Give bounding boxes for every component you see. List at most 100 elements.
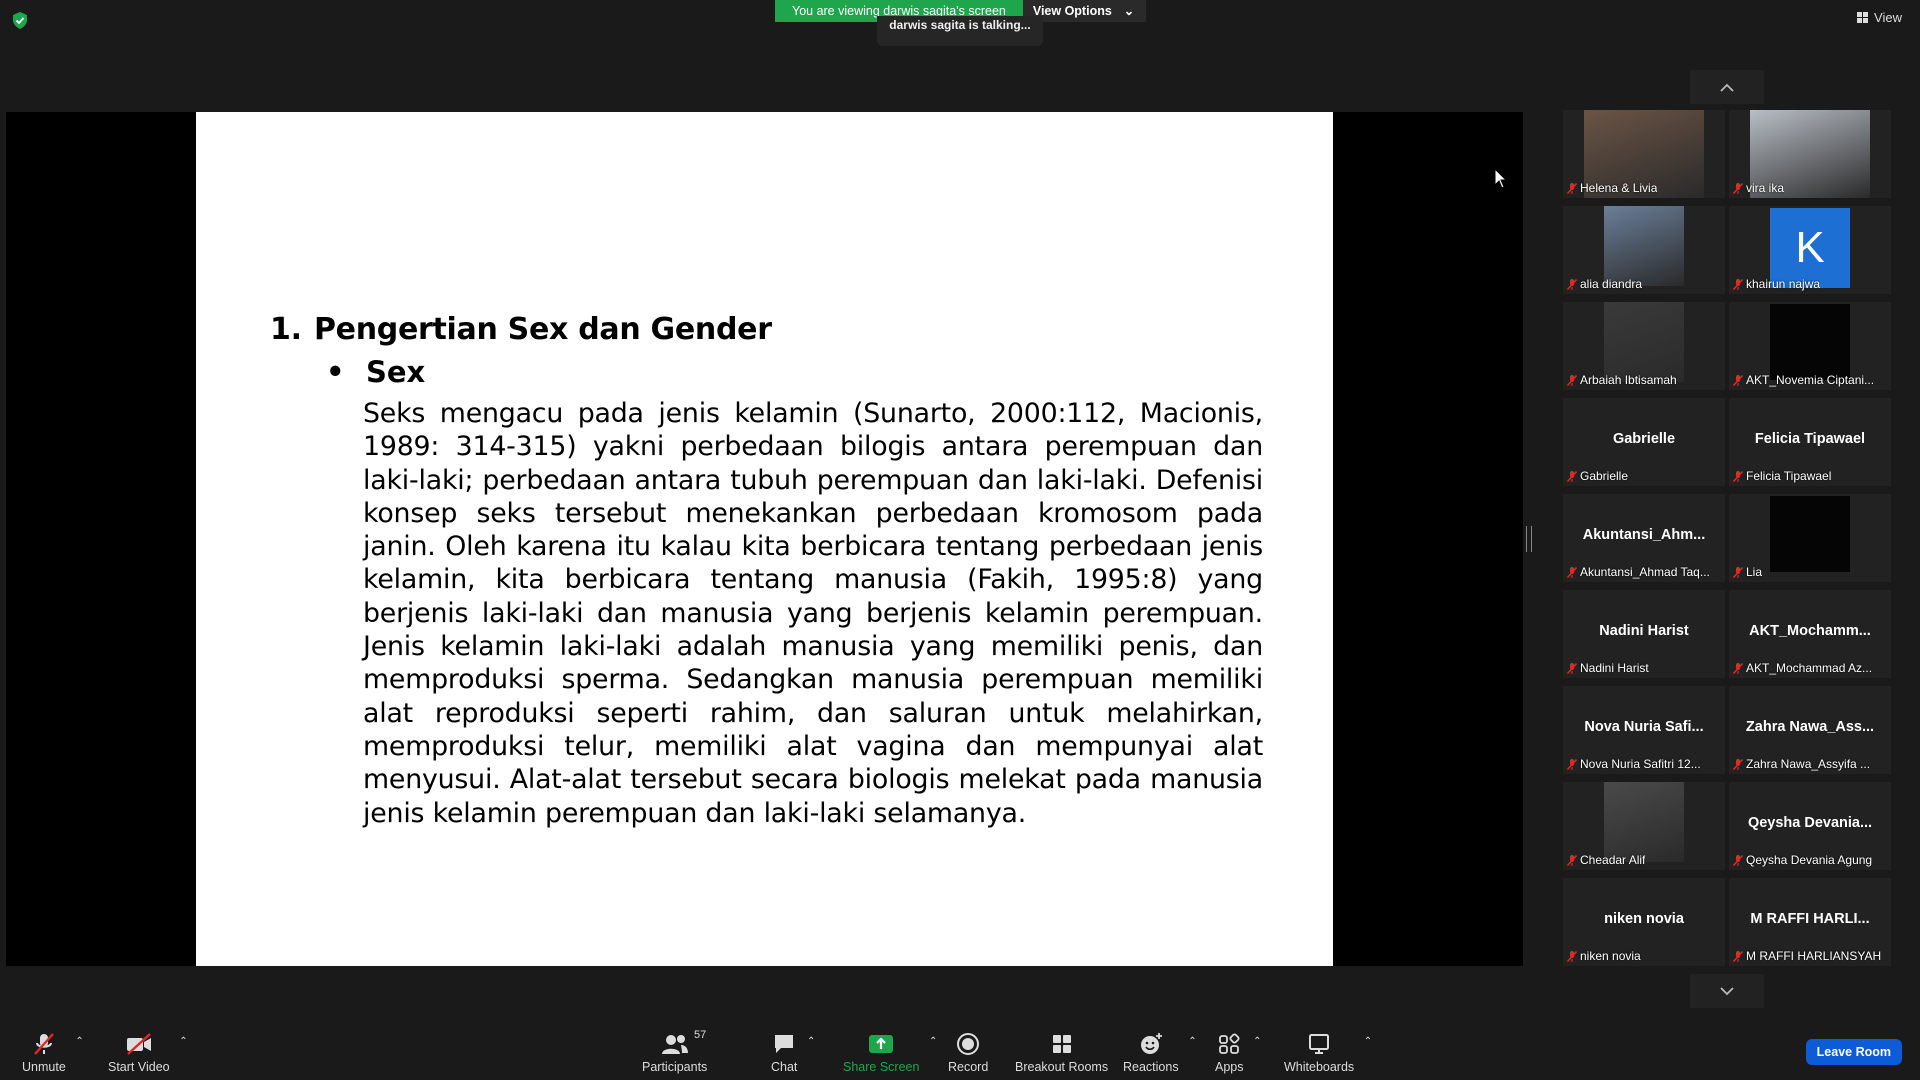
participant-name: Qeysha Devania Agung	[1746, 853, 1873, 867]
chat-bubble-icon	[775, 1035, 794, 1053]
participant-tile[interactable]: Nova Nuria Safi... Nova Nuria Safitri 12.…	[1563, 686, 1725, 774]
participant-tile[interactable]: alia diandra	[1563, 206, 1725, 294]
apps-icon	[1219, 1033, 1240, 1054]
start-video-button[interactable]: Start Video ⌃	[108, 1032, 188, 1074]
breakout-rooms-button[interactable]: Breakout Rooms	[1015, 1032, 1108, 1074]
participant-name: khairun najwa	[1746, 277, 1821, 291]
participant-name-label: vira ika	[1733, 181, 1784, 195]
whiteboards-button[interactable]: Whiteboards ⌃	[1284, 1032, 1372, 1074]
microphone-muted-icon	[1567, 662, 1577, 674]
participant-video	[1604, 782, 1684, 862]
participant-tile[interactable]: Arbaiah Ibtisamah	[1563, 302, 1725, 390]
participant-tile[interactable]: Lia	[1729, 494, 1891, 582]
participant-tile[interactable]: vira ika	[1729, 110, 1891, 198]
slide-heading: 1. Pengertian Sex dan Gender	[270, 312, 772, 347]
participant-name: Gabrielle	[1580, 469, 1629, 483]
participant-display-name: AKT_Mochamm...	[1749, 623, 1871, 639]
whiteboards-options-caret-icon[interactable]: ⌃	[1364, 1036, 1372, 1047]
participant-tile[interactable]: Helena & Livia	[1563, 110, 1725, 198]
leave-room-button[interactable]: Leave Room	[1805, 1039, 1902, 1065]
participant-name: Nova Nuria Safitri 12...	[1580, 757, 1701, 771]
participant-name-label: alia diandra	[1567, 277, 1642, 291]
microphone-muted-icon	[1567, 278, 1577, 290]
participant-tile[interactable]: Gabrielle Gabrielle	[1563, 398, 1725, 486]
gallery-scroll-up-button[interactable]	[1690, 70, 1764, 104]
whiteboards-label: Whiteboards	[1284, 1060, 1355, 1074]
participant-tile[interactable]: Nadini Harist Nadini Harist	[1563, 590, 1725, 678]
share-options-caret-icon[interactable]: ⌃	[929, 1036, 937, 1047]
participant-display-name: Nadini Harist	[1599, 623, 1689, 639]
record-icon	[957, 1033, 980, 1055]
reactions-options-caret-icon[interactable]: ⌃	[1188, 1036, 1196, 1047]
participant-name-label: Qeysha Devania Agung	[1733, 853, 1872, 867]
participant-name-label: Gabrielle	[1567, 469, 1628, 483]
participant-tile[interactable]: Kkhairun najwa	[1729, 206, 1891, 294]
video-options-caret-icon[interactable]: ⌃	[179, 1036, 187, 1047]
share-screen-button[interactable]: Share Screen ⌃	[843, 1032, 937, 1074]
apps-options-caret-icon[interactable]: ⌃	[1253, 1036, 1261, 1047]
microphone-muted-icon	[1733, 374, 1743, 386]
participant-name-label: Nova Nuria Safitri 12...	[1567, 757, 1701, 771]
participant-name: Akuntansi_Ahmad Taq...	[1580, 565, 1710, 579]
participant-video	[1770, 304, 1850, 380]
participant-name: Cheadar Alif	[1580, 853, 1646, 867]
participants-label: Participants	[642, 1060, 708, 1074]
microphone-muted-icon	[1567, 470, 1577, 482]
microphone-muted-icon	[1567, 758, 1577, 770]
participant-name-label: Arbaiah Ibtisamah	[1567, 373, 1677, 387]
view-button[interactable]: View	[1857, 10, 1902, 25]
subheading-text: Sex	[366, 355, 426, 389]
microphone-muted-icon	[1567, 950, 1577, 962]
participant-video	[1604, 206, 1684, 286]
participant-tile[interactable]: AKT_Mochamm... AKT_Mochammad Az...	[1729, 590, 1891, 678]
participant-name: AKT_Novemia Ciptani...	[1746, 373, 1875, 387]
record-button[interactable]: Record	[948, 1032, 988, 1074]
chat-button[interactable]: Chat ⌃	[771, 1032, 815, 1074]
presentation-slide: 1. Pengertian Sex dan Gender • Sex Seks me…	[196, 112, 1333, 966]
microphone-muted-icon	[1733, 470, 1743, 482]
participant-tile[interactable]: Qeysha Devania... Qeysha Devania Agung	[1729, 782, 1891, 870]
participant-tile[interactable]: Akuntansi_Ahm... Akuntansi_Ahmad Taq...	[1563, 494, 1725, 582]
heading-text: Pengertian Sex dan Gender	[314, 312, 772, 347]
grid-view-icon	[1857, 12, 1869, 23]
participant-name-label: niken novia	[1567, 949, 1641, 963]
participant-name: Lia	[1746, 565, 1763, 579]
microphone-muted-icon	[1733, 662, 1743, 674]
unmute-button[interactable]: Unmute ⌃	[22, 1032, 84, 1074]
microphone-muted-icon	[1733, 758, 1743, 770]
microphone-muted-icon	[1567, 182, 1577, 194]
microphone-muted-icon	[1733, 182, 1743, 194]
reactions-button[interactable]: Reactions ⌃	[1123, 1032, 1197, 1074]
participant-name: Nadini Harist	[1580, 661, 1649, 675]
participant-name: alia diandra	[1580, 277, 1643, 291]
microphone-muted-icon	[1733, 854, 1743, 866]
participant-tile[interactable]: niken novia niken novia	[1563, 878, 1725, 966]
participant-tile[interactable]: Cheadar Alif	[1563, 782, 1725, 870]
participant-tile[interactable]: M RAFFI HARLI... M RAFFI HARLIANSYAH	[1729, 878, 1891, 966]
panel-resize-handle[interactable]	[1526, 526, 1532, 552]
video-camera-off-icon	[126, 1033, 151, 1055]
participants-button[interactable]: 57 Participants	[642, 1029, 708, 1074]
bullet-icon: •	[326, 355, 345, 389]
share-screen-label: Share Screen	[843, 1060, 920, 1074]
participant-tile[interactable]: Felicia Tipawael Felicia Tipawael	[1729, 398, 1891, 486]
participant-name-label: Akuntansi_Ahmad Taq...	[1567, 565, 1710, 579]
participants-icon	[661, 1035, 688, 1054]
apps-button[interactable]: Apps ⌃	[1215, 1032, 1262, 1074]
participant-name-label: Lia	[1733, 565, 1762, 579]
participant-name: Zahra Nawa_Assyifa ...	[1746, 757, 1871, 771]
participant-video	[1604, 302, 1684, 382]
participant-tile[interactable]: Zahra Nawa_Ass... Zahra Nawa_Assyifa ...	[1729, 686, 1891, 774]
participant-name-label: Nadini Harist	[1567, 661, 1649, 675]
audio-options-caret-icon[interactable]: ⌃	[75, 1036, 83, 1047]
gallery-scroll-down-button[interactable]	[1690, 974, 1764, 1008]
participant-name-label: Felicia Tipawael	[1733, 469, 1831, 483]
breakout-rooms-icon	[1052, 1035, 1071, 1053]
slide-body-text: Seks mengacu pada jenis kelamin (Sunarto…	[363, 398, 1263, 829]
chevron-down-icon: ⌄	[1123, 4, 1135, 18]
chat-options-caret-icon[interactable]: ⌃	[807, 1036, 815, 1047]
unmute-label: Unmute	[22, 1060, 66, 1074]
security-shield-icon[interactable]	[12, 12, 28, 29]
breakout-rooms-label: Breakout Rooms	[1015, 1060, 1109, 1074]
participant-tile[interactable]: AKT_Novemia Ciptani...	[1729, 302, 1891, 390]
